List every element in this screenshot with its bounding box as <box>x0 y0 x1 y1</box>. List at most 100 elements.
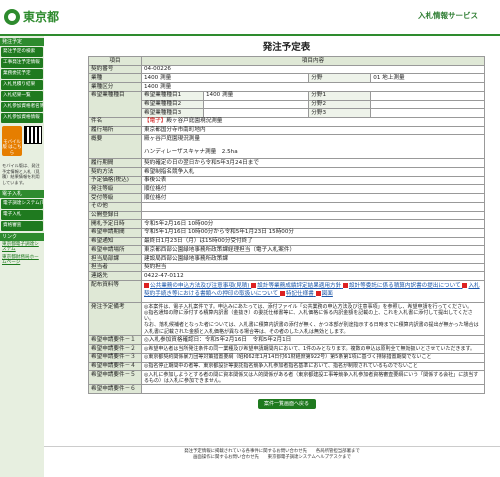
order-plan-table: 項目 項目内容 契約番号 04-00226 業種 1400 測量 分野 01 地上測量 … <box>88 56 485 394</box>
row-label: 業種 <box>88 73 142 84</box>
footer-line-2: 画面操作に関するお問い合わせ先 東京都電子調達システムヘルプデスクまで <box>193 455 351 461</box>
main-content: 発注予定表 項目 項目内容 契約番号 04-00226 業種 1400 測量 分野 01… <box>88 36 485 409</box>
pdf-icon <box>251 282 257 288</box>
table-row: 開札予定日時 令和5年2月16日 10時00分 <box>88 219 485 229</box>
row-label: 担当局部課 <box>88 254 142 264</box>
sidebar-section-order-plan: 発注予定 <box>0 38 44 46</box>
row-label: 履行場所 <box>88 125 142 136</box>
doc-link[interactable]: 設計等業務成績評定結果適用方針 <box>257 283 341 289</box>
col-item-header: 項目 <box>88 56 142 66</box>
row-value: 東京都国分寺市南町地内 <box>141 125 485 136</box>
sidebar-item-result-list[interactable]: 入札結果一覧 <box>1 91 43 101</box>
row-sub-value <box>370 108 485 118</box>
docs-cell: 公共業務の申込方法及び注意事項(見積) 設計等業務成績評定結果適用方針 設計等委… <box>141 280 485 304</box>
link-finance-bureau[interactable]: 東京都財務局ホームページ <box>0 254 44 267</box>
row-label: 希望申請要件－６ <box>88 384 142 394</box>
row-value: 令和5年2月16日 10時00分 <box>141 219 485 229</box>
sidebar-item-e-bid[interactable]: 電子入札 <box>1 209 43 220</box>
row-sub-label: 分野 <box>308 73 372 84</box>
row-sub-label: 希望業種種目1 <box>141 90 204 101</box>
pdf-icon <box>144 282 149 288</box>
table-row: 希望申請場所 東京都西部公園緑地事務所政策課経理担当（電子入札案件） <box>88 245 485 256</box>
table-row: 契約方法 希望制指名競争入札 <box>88 167 485 177</box>
table-row: 契約番号 04-00226 <box>88 64 485 75</box>
sidebar-item-construction[interactable]: 工事発注予定情報 <box>1 58 43 68</box>
table-row: 業種区分 1400 測量 <box>88 82 485 92</box>
row-label: 希望申請要件－４ <box>88 361 142 372</box>
page-title: 発注予定表 <box>262 42 311 53</box>
project-name: 殿ヶ谷戸庭園現況測量 <box>166 118 223 125</box>
table-row: 希望業種種目2 分野2 <box>89 99 485 110</box>
row-label: 希望業種種目 <box>88 90 142 118</box>
row-label: 希望申請期間 <box>88 227 142 238</box>
row-value: 事後公表 <box>141 175 485 186</box>
row-label: 配布資料等 <box>88 280 142 304</box>
row-label: 契約番号 <box>88 64 142 75</box>
row-label: 公開登録日 <box>88 210 142 221</box>
doc-link[interactable]: 公共業務の申込方法及び注意事項(見積) <box>150 283 249 289</box>
link-procurement-system[interactable]: 東京都電子調達システム <box>0 241 44 254</box>
row-value: 殿ヶ谷戸庭園現況測量 ハンディレーザスキャナ測量 2.5ha <box>141 134 485 160</box>
sidebar-item-results[interactable]: 入札見積り結果 <box>1 80 43 90</box>
qr-code-icon <box>24 126 42 144</box>
row-value: ◎東京都契約関係暴力団等対策措置要綱（昭和62年1月14日付61財経庶第922号… <box>141 352 485 363</box>
row-value <box>202 99 310 110</box>
sidebar-item-qualified-list[interactable]: 入札参加資格者名簿 <box>1 102 43 112</box>
sidebar-item-commission[interactable]: 業務委託予定 <box>1 69 43 79</box>
table-row: 希望業種種目 希望業種種目1 1400 測量 分野1 <box>88 90 485 118</box>
table-row: 概要 殿ヶ谷戸庭園現況測量 ハンディレーザスキャナ測量 2.5ha <box>88 134 485 160</box>
row-value: 希望制指名競争入札 <box>141 167 485 177</box>
row-label: 概要 <box>88 134 142 160</box>
sidebar-item-qualification-review[interactable]: 資格審査 <box>1 220 43 231</box>
doc-link[interactable]: 設計等委託に係る積算内訳書の提出について <box>349 283 461 289</box>
sidebar-item-e-procurement[interactable]: 電子調達システム(TOP) <box>1 198 43 209</box>
row-sub-label: 分野2 <box>308 99 372 110</box>
tokyo-emblem-icon <box>4 9 20 25</box>
row-label: 希望申請要件－２ <box>88 344 142 354</box>
row-label: 発注等級 <box>88 184 142 195</box>
table-row: 発注等級 順位格付 <box>88 184 485 195</box>
row-sub-label: 希望業種種目3 <box>141 108 204 118</box>
row-value: 契約確定の日の翌日から令和5年3月24日まで <box>141 158 485 169</box>
row-label: 発注予定備考 <box>88 302 142 337</box>
tokyo-logo[interactable]: 東京都 <box>4 8 59 26</box>
sidebar-item-qualification[interactable]: 入札参加資格情報 <box>1 113 43 123</box>
back-to-list-button[interactable]: 案件一覧画面へ戻る <box>257 398 316 409</box>
row-label: その他 <box>88 201 142 212</box>
row-label: 受付等級 <box>88 193 142 203</box>
table-row: 希望申請要件－６ <box>88 384 485 394</box>
table-row: 希望申請期間 令和5年1月16日 10時00分から令和5年1月23日 15時00分 <box>88 227 485 238</box>
sidebar-item-search[interactable]: 発注予定の検索 <box>1 47 43 57</box>
row-value: 順位格付 <box>141 184 485 195</box>
table-row: 担当者 契約担当 <box>88 262 485 273</box>
pdf-icon <box>315 291 321 297</box>
row-value: ◎希望申込者は当所発注条件の同一業種及び希望申請期間内において、1件のみとなりま… <box>141 344 485 354</box>
row-value <box>141 384 485 394</box>
doc-link[interactable]: 特記仕様書 <box>286 291 314 297</box>
row-label: 担当者 <box>88 262 142 273</box>
table-row: 希望通知 最終日1月23日（月）は15時00分受付終了 <box>88 236 485 247</box>
table-row: 希望申請要件－４ ◎指名停止期間中の者等、東京都設計等委託指名競争入札参加者指名基… <box>88 361 485 372</box>
mobile-button[interactable]: モバイル版 はこちら <box>2 126 22 156</box>
pdf-icon <box>342 282 348 288</box>
doc-link[interactable]: 図面 <box>322 291 333 297</box>
sidebar-section-links: リンク <box>0 232 44 241</box>
row-label: 希望申請要件－５ <box>88 370 142 386</box>
row-value: 【電子】殿ヶ谷戸庭園現況測量 <box>141 116 485 127</box>
table-row: 予定価格(税込) 事後公表 <box>88 175 485 186</box>
row-value: ◎入札参加資格確認日：令和5年2月16日 令和5年2月1日 <box>141 335 485 346</box>
table-row: 件名 【電子】殿ヶ谷戸庭園現況測量 <box>88 116 485 127</box>
table-row: 業種 1400 測量 分野 01 地上測量 <box>88 73 485 84</box>
row-value: 1400 測量 <box>202 90 310 101</box>
table-row: 履行期間 契約確定の日の翌日から令和5年3月24日まで <box>88 158 485 169</box>
row-value: 建設局西部公園緑地事務所政策課 <box>141 254 485 264</box>
row-value <box>141 210 485 221</box>
row-value: 東京都西部公園緑地事務所政策課経理担当（電子入札案件） <box>141 245 485 256</box>
table-row: 連絡先 0422-47-0112 <box>88 271 485 282</box>
table-row: 希望申請要件－２ ◎希望申込者は当所発注条件の同一業種及び希望申請期間内において、… <box>88 344 485 354</box>
site-header: 東京都 入札情報サービス <box>0 0 500 36</box>
sidebar-section-e-bid: 電子入札 <box>0 189 44 198</box>
sidebar: 発注予定 発注予定の検索 工事発注予定情報 業務委託予定 入札見積り結果 入札結… <box>0 36 44 477</box>
table-row: 公開登録日 <box>88 210 485 221</box>
service-name: 入札情報サービス <box>418 11 478 20</box>
